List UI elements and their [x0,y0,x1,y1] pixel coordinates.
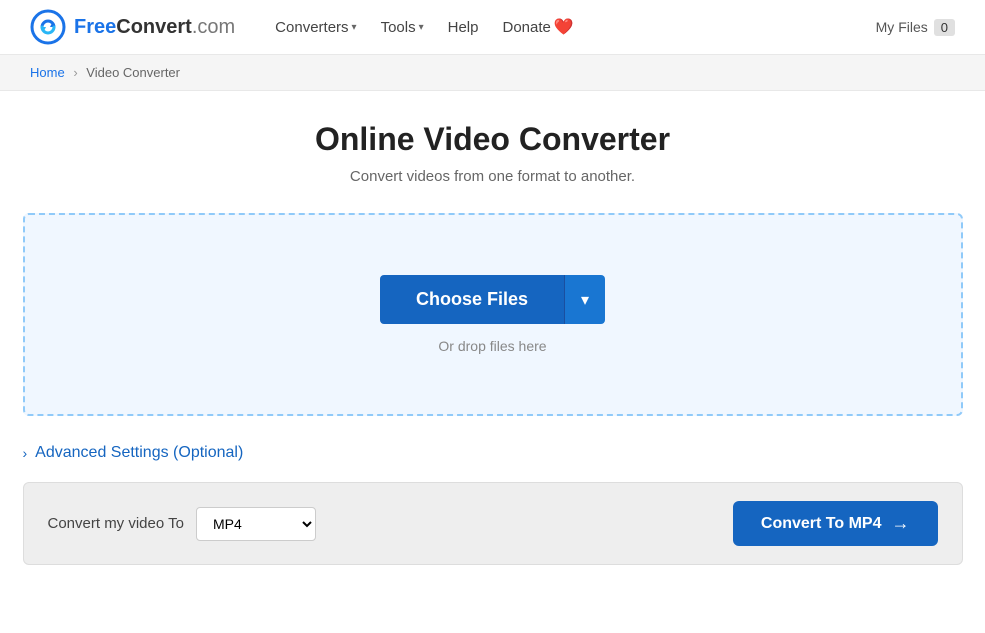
nav-tools[interactable]: Tools ▾ [381,19,424,36]
choose-files-button[interactable]: Choose Files [380,275,564,324]
my-files-badge: 0 [934,19,955,36]
convert-button[interactable]: Convert To MP4 → [733,501,938,546]
advanced-settings-toggle[interactable]: › Advanced Settings (Optional) [23,444,963,462]
choose-files-dropdown-button[interactable]: ▾ [564,275,605,324]
advanced-settings-label: Advanced Settings (Optional) [35,444,243,462]
nav-converters[interactable]: Converters ▾ [275,19,356,36]
convert-bar: Convert my video To MP4 AVI MOV MKV WMV … [23,482,963,565]
logo-icon [30,9,66,45]
advanced-settings-chevron-icon: › [23,445,28,461]
drop-hint: Or drop files here [438,338,546,354]
site-header: FreeConvert.com Converters ▾ Tools ▾ Hel… [0,0,985,55]
breadcrumb-home[interactable]: Home [30,65,65,80]
my-files-link[interactable]: My Files 0 [876,19,955,36]
tools-chevron-icon: ▾ [419,22,424,33]
donate-heart-icon: ❤️ [554,17,574,37]
chevron-down-icon: ▾ [581,292,589,309]
breadcrumb-current: Video Converter [86,65,180,80]
convert-arrow-icon: → [892,513,910,534]
page-subtitle: Convert videos from one format to anothe… [23,168,963,185]
nav-donate[interactable]: Donate ❤️ [502,17,573,37]
converters-chevron-icon: ▾ [352,22,357,33]
nav-help[interactable]: Help [448,19,479,36]
my-files-label: My Files [876,19,928,35]
breadcrumb: Home › Video Converter [0,55,985,91]
choose-files-group: Choose Files ▾ [380,275,605,324]
logo-link[interactable]: FreeConvert.com [30,9,235,45]
breadcrumb-separator: › [73,65,77,80]
main-content: Online Video Converter Convert videos fr… [3,91,983,595]
dropzone[interactable]: Choose Files ▾ Or drop files here [23,213,963,416]
format-select[interactable]: MP4 AVI MOV MKV WMV FLV WEBM [196,507,316,541]
main-nav: Converters ▾ Tools ▾ Help Donate ❤️ [275,17,875,37]
page-title: Online Video Converter [23,121,963,158]
logo-text: FreeConvert.com [74,16,235,39]
convert-label: Convert my video To [48,515,184,532]
convert-button-label: Convert To MP4 [761,515,882,533]
convert-left: Convert my video To MP4 AVI MOV MKV WMV … [48,507,316,541]
